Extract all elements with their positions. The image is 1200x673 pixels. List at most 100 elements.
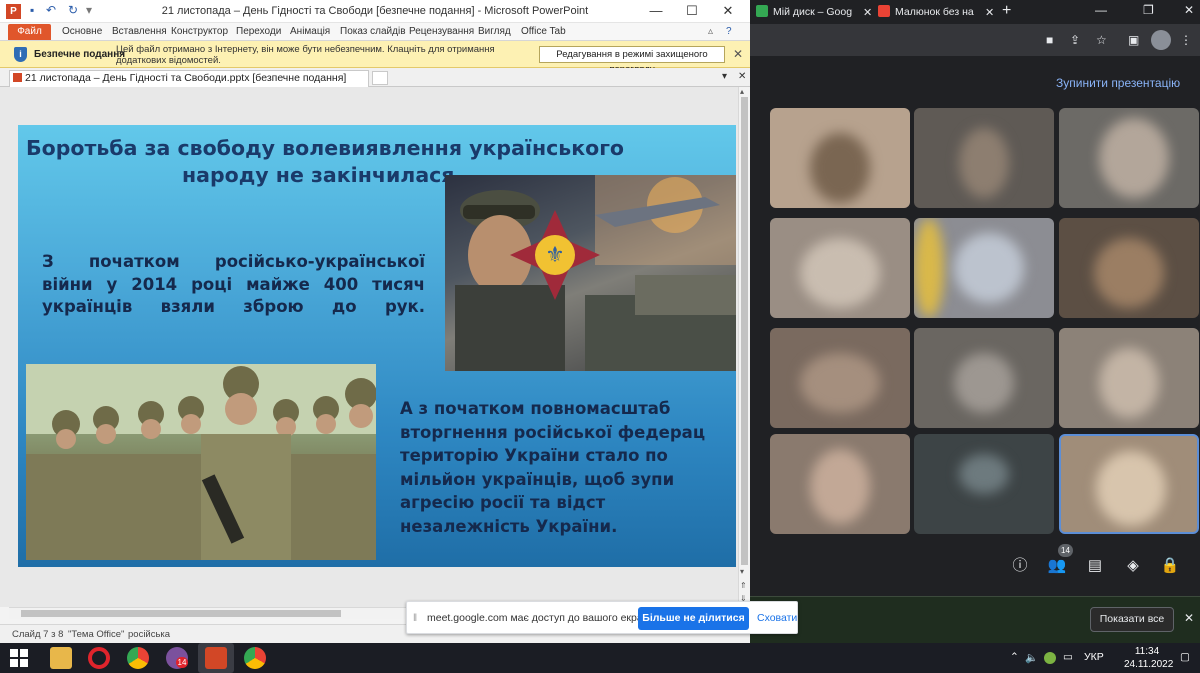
participant-tile[interactable] (914, 328, 1054, 428)
tab-animation[interactable]: Анімація (290, 26, 330, 37)
ppt-window-title: 21 листопада – День Гідності та Свободи … (161, 5, 589, 17)
participant-tile-active[interactable] (1059, 434, 1199, 534)
maximize-icon[interactable]: ☐ (674, 1, 710, 21)
close-message-bar-icon[interactable]: ✕ (733, 47, 743, 61)
tab-review[interactable]: Рецензування (409, 26, 474, 37)
powerpoint-window: P ▪ ↶ ↻ ▾ 21 листопада – День Гідності т… (0, 0, 750, 643)
participant-tile[interactable] (1059, 108, 1199, 208)
slide-paragraph-2: А з початком повномасштаб вторгнення рос… (400, 397, 736, 538)
close-download-bar-icon[interactable]: ✕ (1184, 611, 1194, 625)
file-explorer-icon[interactable] (50, 647, 72, 669)
app-tray-icon[interactable] (1044, 652, 1056, 664)
undo-icon[interactable]: ↶ (46, 3, 56, 17)
participant-tile[interactable] (770, 218, 910, 318)
tabs-dropdown-icon[interactable]: ▾ (722, 71, 727, 82)
participant-tile[interactable] (770, 434, 910, 534)
tab-design[interactable]: Конструктор (171, 26, 228, 37)
close-tab-icon[interactable]: ✕ (985, 6, 994, 19)
document-tab[interactable]: 21 листопада – День Гідності та Свободи.… (9, 70, 369, 87)
participant-tile[interactable] (1059, 218, 1199, 318)
language-indicator[interactable]: російська (128, 629, 170, 640)
chrome-icon[interactable] (127, 647, 149, 669)
participant-tile[interactable] (770, 108, 910, 208)
tab-view[interactable]: Вигляд (478, 26, 511, 37)
protected-view-text[interactable]: Цей файл отримано з Інтернету, він може … (116, 44, 516, 66)
close-document-icon[interactable]: ✕ (738, 71, 746, 82)
minimize-icon[interactable]: — (638, 1, 674, 21)
para2-line-text: А з початком повномасштаб (400, 399, 671, 418)
ribbon-minimize-icon[interactable]: ▵ (708, 26, 713, 37)
shield-icon: i (14, 47, 27, 62)
participant-tile[interactable] (1059, 328, 1199, 428)
para2-line: вторгнення російської федерац (400, 422, 706, 442)
tab-file[interactable]: Файл (8, 24, 51, 40)
restore-icon[interactable]: ❐ (1143, 3, 1154, 17)
chrome-menu-icon[interactable]: ⋮ (1180, 33, 1192, 47)
new-tab-button[interactable] (372, 71, 388, 85)
help-icon[interactable]: ? (726, 26, 732, 37)
slide[interactable]: Боротьба за свободу волевиявлення україн… (18, 125, 736, 567)
close-tab-icon[interactable]: ✕ (863, 6, 872, 19)
side-panel-icon[interactable]: ▣ (1128, 33, 1139, 47)
vertical-scrollbar[interactable]: ▴ ▾ ⇑ ⇓ (738, 87, 750, 607)
participant-tile[interactable] (914, 108, 1054, 208)
scroll-down-icon[interactable]: ▾ (740, 567, 744, 576)
host-controls-icon[interactable]: 🔒 (1160, 556, 1180, 576)
scroll-up-icon[interactable]: ▴ (740, 87, 744, 96)
participant-tile[interactable] (770, 328, 910, 428)
para1-line: війни у 2014 році майже 400 тисяч (42, 274, 425, 294)
notifications-icon[interactable]: ▢ (1180, 651, 1190, 663)
theme-name: "Тема Office" (68, 629, 125, 640)
powerpoint-logo-icon: P (6, 4, 21, 19)
para1-line: З початком російсько-української (42, 252, 425, 271)
tab-slideshow[interactable]: Показ слайдів (340, 26, 406, 37)
tab-transitions[interactable]: Переходи (236, 26, 281, 37)
network-icon[interactable]: ▭ (1063, 651, 1073, 663)
opera-icon[interactable] (88, 647, 110, 669)
minimize-icon[interactable]: — (1095, 3, 1107, 17)
vertical-scroll-thumb[interactable] (741, 97, 748, 565)
slide-title-line-1: Боротьба за свободу волевиявлення україн… (26, 136, 625, 160)
quick-access-dropdown-icon[interactable]: ▾ (86, 3, 92, 17)
participants-icon[interactable]: 👥 (1047, 556, 1067, 576)
new-tab-icon[interactable]: + (1002, 2, 1011, 20)
windows-taskbar: 14 ⌃ 🔈 ▭ УКР 11:34 24.11.2022 ▢ (0, 643, 1200, 673)
bookmark-star-icon[interactable]: ☆ (1096, 33, 1107, 47)
close-icon[interactable]: ✕ (710, 1, 746, 21)
chat-icon[interactable]: ▤ (1085, 556, 1105, 576)
slide-counter: Слайд 7 з 8 (12, 629, 64, 640)
show-all-button[interactable]: Показати все (1090, 607, 1174, 632)
protected-view-bar: i Безпечне подання Цей файл отримано з І… (0, 41, 750, 75)
stop-sharing-button[interactable]: Більше не ділитися (638, 607, 749, 630)
tray-overflow-icon[interactable]: ⌃ (1010, 651, 1019, 663)
chrome-tab-drawing[interactable]: Малюнок без на (878, 2, 974, 22)
horizontal-scroll-thumb[interactable] (21, 610, 341, 617)
enable-editing-button[interactable]: Редагування в режимі захищеного перегляд… (539, 46, 725, 75)
chrome-tab-drive[interactable]: Мій диск – Goog (756, 2, 852, 22)
share-icon[interactable]: ⇪ (1070, 33, 1080, 47)
tab-office-tab[interactable]: Office Tab (521, 26, 566, 37)
chrome-tab-strip: Мій диск – Goog ✕ Малюнок без на ✕ + — ❐… (750, 0, 1200, 24)
share-message: meet.google.com має доступ до вашого екр… (427, 612, 658, 624)
close-icon[interactable]: ✕ (1184, 3, 1194, 17)
tab-home[interactable]: Основне (62, 26, 102, 37)
profile-avatar[interactable] (1151, 30, 1171, 50)
language-indicator[interactable]: УКР (1084, 651, 1104, 663)
chrome-icon[interactable] (244, 647, 266, 669)
camera-icon[interactable]: ■ (1046, 33, 1053, 47)
participant-tile[interactable] (914, 434, 1054, 534)
hide-button[interactable]: Сховати (757, 612, 797, 624)
clock[interactable]: 11:34 24.11.2022 (1124, 645, 1173, 671)
previous-slide-icon[interactable]: ⇑ (740, 581, 747, 590)
redo-icon[interactable]: ↻ (68, 3, 78, 17)
windows-start-icon[interactable] (10, 649, 28, 667)
meeting-info-icon[interactable]: ⓘ (1010, 556, 1030, 576)
drag-handle-icon[interactable]: ‖ (413, 613, 417, 624)
stop-presenting-button[interactable]: Зупинити презентацію (1056, 76, 1180, 90)
powerpoint-taskbar-button[interactable] (198, 643, 234, 673)
save-icon[interactable]: ▪ (30, 3, 34, 17)
tab-insert[interactable]: Вставлення (112, 26, 167, 37)
participant-tile[interactable] (914, 218, 1054, 318)
activities-icon[interactable]: ◈ (1123, 556, 1143, 576)
volume-icon[interactable]: 🔈 (1025, 651, 1038, 664)
